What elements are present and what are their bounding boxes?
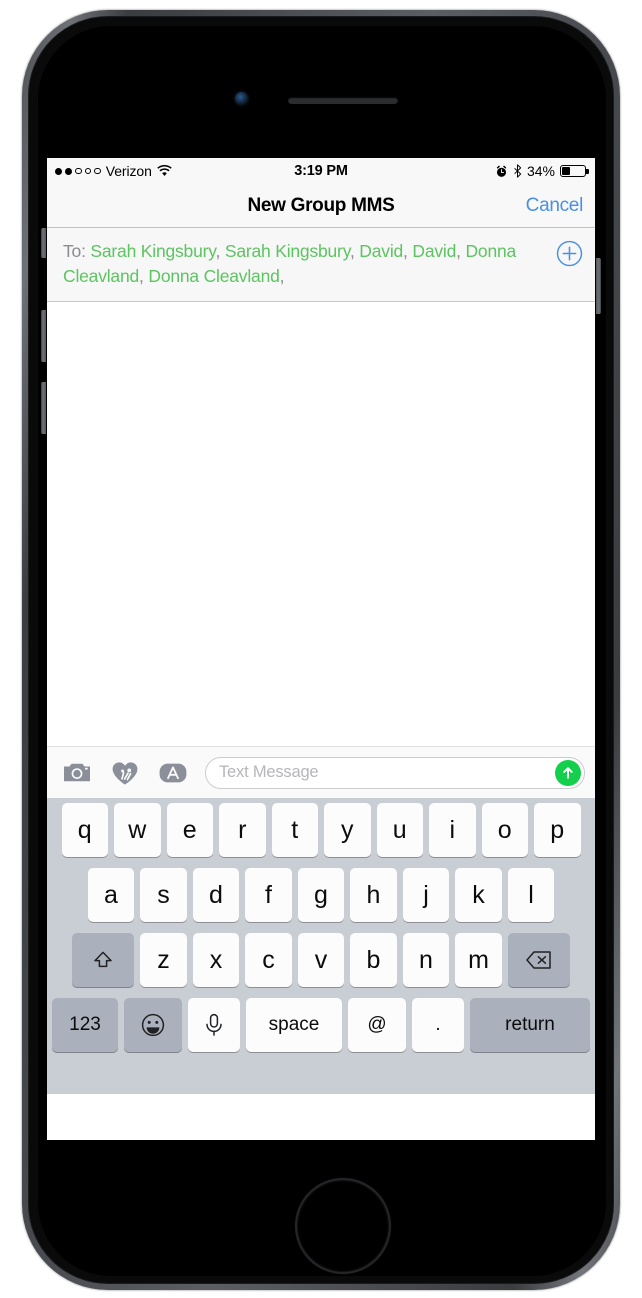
cancel-button[interactable]: Cancel [526,195,584,217]
key-w[interactable]: w [114,803,161,857]
key-n[interactable]: n [402,933,450,987]
recipient-separator: , [139,266,144,286]
key-z[interactable]: z [140,933,187,987]
recipient-separator: , [349,241,355,261]
shift-key[interactable] [72,933,135,987]
keyboard-row-3: zxcvbnm [49,933,593,987]
digital-touch-heart-icon[interactable] [109,757,141,789]
key-d[interactable]: d [192,868,240,922]
key-x[interactable]: x [192,933,240,987]
key-p[interactable]: p [534,803,581,857]
carrier-label: Verizon [105,163,152,179]
battery-percent-label: 34% [526,163,555,179]
key-a[interactable]: a [87,868,135,922]
key-u[interactable]: u [376,803,423,857]
alarm-clock-icon [496,165,507,177]
key-c[interactable]: c [245,933,292,987]
recipient-chip[interactable]: Sarah Kingsbury [90,241,215,261]
return-key[interactable]: return [470,998,590,1052]
phone-screen: Verizon 3:19 PM 34% New Group MMS Cancel… [47,158,595,1140]
microphone-icon [206,1013,222,1036]
key-b[interactable]: b [350,933,397,987]
bluetooth-icon [514,164,522,178]
key-f[interactable]: f [245,868,292,922]
recipient-separator: , [215,241,221,261]
numbers-key[interactable]: 123 [52,998,118,1052]
message-input-placeholder: Text Message [219,763,319,781]
key-o[interactable]: o [481,803,528,857]
space-key[interactable]: space [246,998,342,1052]
status-bar: Verizon 3:19 PM 34% [47,158,595,184]
wifi-icon [157,165,172,176]
message-input-field[interactable]: Text Message [205,756,585,789]
recipient-separator: , [279,266,285,286]
front-camera-icon [235,92,248,105]
recipient-chip[interactable]: Donna Cleavland [148,266,279,286]
period-key[interactable]: . [412,998,464,1052]
dictation-key[interactable] [188,998,240,1052]
home-button[interactable] [295,1178,391,1274]
keyboard-row-1: qwertyuiop [49,803,593,857]
key-y[interactable]: y [324,803,371,857]
onscreen-keyboard: qwertyuiop asdfghjkl zxcvbnm 123 space @… [47,798,595,1094]
send-arrow-up-icon [563,766,573,779]
power-button[interactable] [596,258,601,314]
volume-up-button[interactable] [41,310,46,362]
key-m[interactable]: m [455,933,502,987]
keyboard-row-2: asdfghjkl [49,868,593,922]
recipient-separator: , [456,241,461,261]
recipients-text[interactable]: To: Sarah Kingsbury, Sarah Kingsbury, Da… [63,239,556,289]
app-store-icon[interactable] [157,757,189,789]
recipient-chip[interactable]: David [359,241,403,261]
to-label: To: [63,241,86,261]
message-toolbar: Text Message [47,746,595,798]
backspace-key[interactable] [507,933,570,987]
conversation-area [47,302,595,746]
key-h[interactable]: h [350,868,397,922]
key-q[interactable]: q [61,803,108,857]
send-button[interactable] [555,759,581,786]
camera-icon[interactable] [61,757,93,789]
silent-switch[interactable] [41,228,46,258]
navigation-bar: New Group MMS Cancel [47,184,595,228]
status-bar-right: 34% [495,163,589,179]
emoji-key[interactable] [124,998,182,1052]
status-bar-left: Verizon [55,163,172,179]
recipient-chip[interactable]: Sarah Kingsbury [225,241,350,261]
key-s[interactable]: s [140,868,187,922]
recipients-field[interactable]: To: Sarah Kingsbury, Sarah Kingsbury, Da… [47,228,595,302]
keyboard-row-4: 123 space @ . return [49,998,593,1052]
key-e[interactable]: e [166,803,213,857]
key-j[interactable]: j [402,868,450,922]
emoji-smiley-icon [141,1013,165,1037]
earpiece-speaker-grille [288,97,398,104]
signal-strength-icon [55,167,101,175]
backspace-delete-icon [526,951,551,969]
page-title: New Group MMS [247,194,395,216]
key-l[interactable]: l [507,868,555,922]
key-v[interactable]: v [297,933,345,987]
shift-up-arrow-icon [94,951,112,968]
key-i[interactable]: i [429,803,476,857]
recipient-separator: , [403,241,408,261]
volume-down-button[interactable] [41,382,46,434]
key-k[interactable]: k [455,868,502,922]
key-g[interactable]: g [297,868,345,922]
key-r[interactable]: r [219,803,266,857]
battery-icon [560,165,589,177]
add-contact-button[interactable] [556,240,583,267]
recipient-chip[interactable]: David [412,241,456,261]
at-key[interactable]: @ [348,998,406,1052]
key-t[interactable]: t [271,803,318,857]
